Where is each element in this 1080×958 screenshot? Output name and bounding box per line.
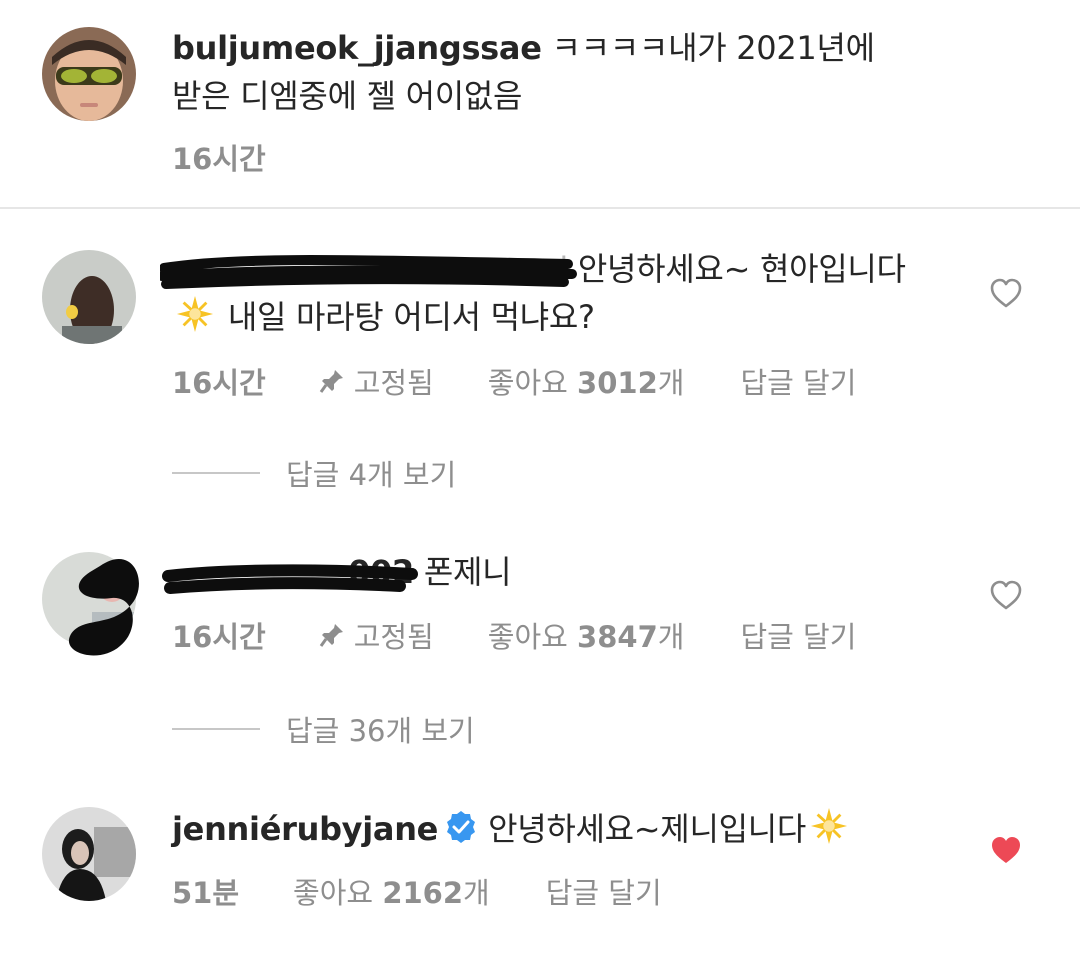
sparkle-emoji bbox=[810, 807, 848, 845]
heart-outline-icon bbox=[990, 278, 1022, 308]
replies-divider-line bbox=[172, 728, 260, 730]
like-button[interactable] bbox=[988, 577, 1024, 613]
view-replies-label: 답글 36개 보기 bbox=[286, 714, 475, 748]
comment-meta: 16시간 고정됨 좋아요 3012개 답글 달기 bbox=[172, 360, 856, 402]
comment-time: 51분 bbox=[172, 876, 240, 910]
likes-prefix: 좋아요 bbox=[487, 620, 578, 654]
comment-username[interactable]: 002 bbox=[172, 548, 414, 596]
comment-username[interactable]: jenniérubyjane bbox=[172, 810, 438, 848]
comment-username[interactable]: i bbox=[172, 245, 568, 293]
likes-number: 3012 bbox=[577, 366, 658, 400]
comment-text: jenniérubyjane 안녕하세요~제니입니다 bbox=[172, 805, 930, 853]
comment-meta: 16시간 고정됨 좋아요 3847개 답글 달기 bbox=[172, 614, 856, 656]
avatar[interactable] bbox=[42, 552, 136, 646]
comment-meta: 51분 좋아요 2162개 답글 달기 bbox=[172, 870, 662, 912]
divider bbox=[0, 207, 1080, 209]
comment-text: i 안녕하세요~ 현아입니다 내일 마라탕 어디서 먹냐요? bbox=[172, 245, 930, 341]
replies-divider-line bbox=[172, 472, 260, 474]
comments-screen: buljumeok_jjangssae ㅋㅋㅋㅋ내가 2021년에 받은 디엠중… bbox=[0, 0, 1080, 958]
heart-outline-icon bbox=[990, 580, 1022, 610]
like-button[interactable] bbox=[988, 275, 1024, 311]
sparkle-emoji bbox=[176, 295, 214, 333]
reply-button[interactable]: 답글 달기 bbox=[740, 360, 856, 402]
comment-text: buljumeok_jjangssae ㅋㅋㅋㅋ내가 2021년에 받은 디엠중… bbox=[172, 24, 930, 120]
pinned-label: 고정됨 bbox=[353, 620, 434, 654]
heart-filled-icon bbox=[992, 837, 1020, 863]
comment-time: 16시간 bbox=[172, 142, 266, 176]
likes-count[interactable]: 좋아요 3012개 bbox=[488, 360, 685, 402]
likes-suffix: 개 bbox=[657, 366, 685, 400]
view-replies-button[interactable]: 답글 36개 보기 bbox=[172, 708, 475, 750]
likes-count[interactable]: 좋아요 3847개 bbox=[488, 614, 685, 656]
avatar[interactable] bbox=[42, 807, 136, 901]
likes-number: 3847 bbox=[577, 620, 658, 654]
pin-icon bbox=[319, 370, 343, 393]
likes-suffix: 개 bbox=[463, 876, 490, 910]
likes-suffix: 개 bbox=[657, 620, 685, 654]
comment-username[interactable]: buljumeok_jjangssae bbox=[172, 29, 542, 67]
comment-meta: 16시간 bbox=[172, 136, 266, 178]
comment-body: 폰제니 bbox=[414, 553, 512, 591]
comment-body-start: 안녕하세요~ 현아입니다 bbox=[568, 250, 906, 288]
likes-number: 2162 bbox=[382, 876, 464, 910]
comment-time: 16시간 bbox=[172, 620, 266, 654]
reply-button[interactable]: 답글 달기 bbox=[546, 870, 662, 912]
avatar[interactable] bbox=[42, 27, 136, 121]
avatar[interactable] bbox=[42, 250, 136, 344]
comment-text: 002 폰제니 bbox=[172, 548, 930, 596]
reply-button[interactable]: 답글 달기 bbox=[740, 614, 856, 656]
likes-count[interactable]: 좋아요 2162개 bbox=[293, 870, 490, 912]
comment-time: 16시간 bbox=[172, 366, 266, 400]
comment-body: 안녕하세요~제니입니다 bbox=[488, 810, 807, 848]
pin-icon bbox=[319, 624, 343, 647]
comment-body-end: 내일 마라탕 어디서 먹냐요? bbox=[218, 298, 595, 336]
pinned-indicator: 고정됨 bbox=[318, 614, 434, 656]
pinned-indicator: 고정됨 bbox=[318, 360, 434, 402]
view-replies-label: 답글 4개 보기 bbox=[286, 458, 457, 492]
verified-badge-icon bbox=[447, 811, 476, 843]
pinned-label: 고정됨 bbox=[353, 366, 434, 400]
likes-prefix: 좋아요 bbox=[293, 876, 383, 910]
view-replies-button[interactable]: 답글 4개 보기 bbox=[172, 452, 456, 494]
like-button[interactable] bbox=[988, 832, 1024, 868]
likes-prefix: 좋아요 bbox=[487, 366, 578, 400]
